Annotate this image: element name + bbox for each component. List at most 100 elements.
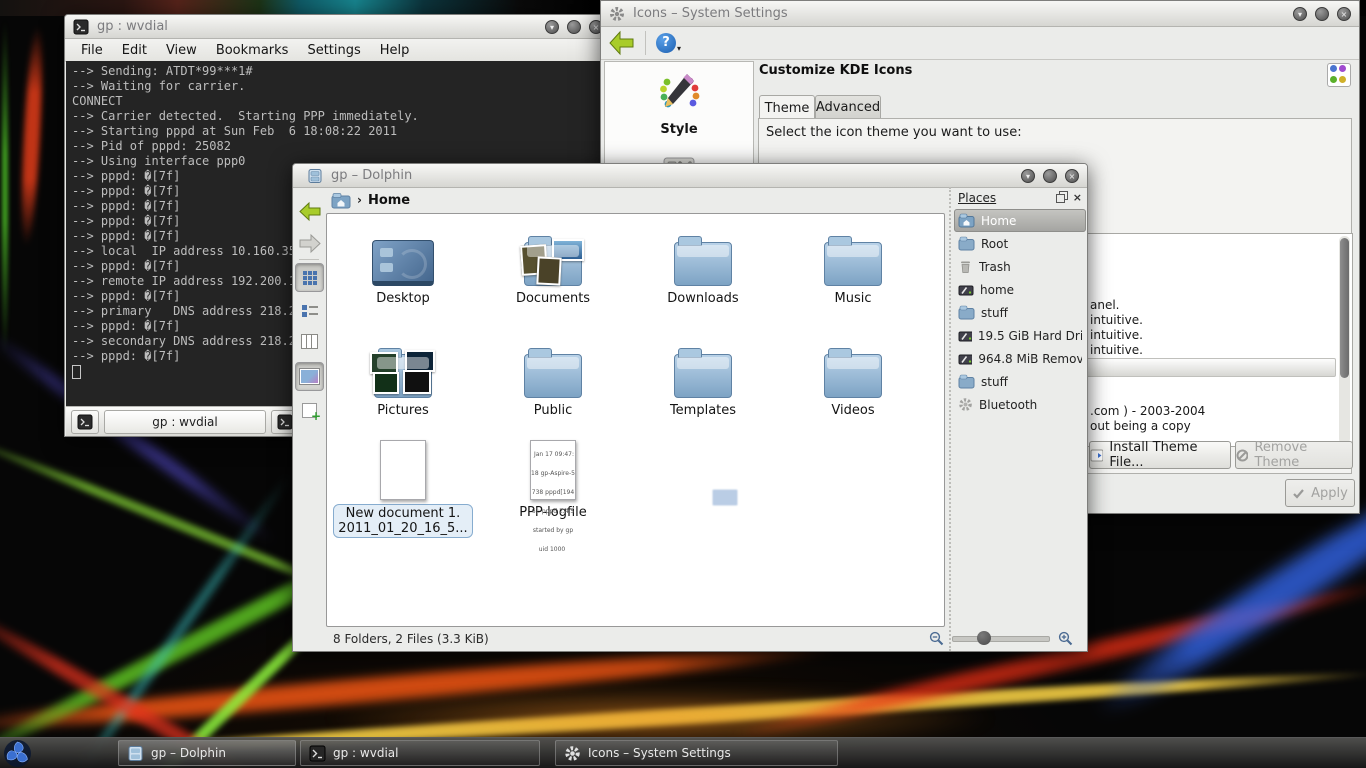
scrollbar-thumb[interactable] [1340, 238, 1349, 378]
remove-theme-button[interactable]: Remove Theme [1235, 441, 1353, 469]
terminal-line: --> Carrier detected. Starting PPP immed… [72, 109, 610, 124]
taskbar-panel: gp – Dolphin gp : wvdial Icons – System … [0, 737, 1366, 768]
gear-task-icon [564, 745, 581, 762]
folder-item[interactable]: Desktop [328, 220, 478, 306]
places-item-removable[interactable]: 964.8 MiB Remov... [954, 347, 1086, 370]
menu-bookmarks[interactable]: Bookmarks [216, 43, 289, 58]
places-item-stuff[interactable]: stuff [954, 301, 1086, 324]
zoom-slider-handle[interactable] [977, 631, 991, 645]
folder-item[interactable]: Videos [778, 332, 928, 418]
places-item-home-partition[interactable]: home [954, 278, 1086, 301]
places-label: 964.8 MiB Remov... [978, 352, 1082, 366]
preview-icon [300, 369, 319, 384]
new-tab-button[interactable] [71, 410, 99, 434]
install-theme-label: Install Theme File... [1109, 440, 1230, 470]
install-theme-button[interactable]: Install Theme File... [1089, 441, 1231, 469]
close-panel-icon[interactable]: × [1073, 193, 1082, 203]
places-label: 19.5 GiB Hard Drive [978, 329, 1082, 343]
folder-item[interactable]: Documents [478, 220, 628, 306]
pictures-folder-icon [374, 354, 432, 398]
konsole-titlebar[interactable]: gp : wvdial ▾ × [65, 15, 611, 39]
sidebar-item-style[interactable]: Style [605, 70, 753, 137]
apply-label: Apply [1311, 486, 1348, 501]
home-folder-icon[interactable] [331, 192, 351, 209]
zoom-slider[interactable] [952, 636, 1050, 642]
task-dolphin[interactable]: gp – Dolphin [118, 740, 296, 766]
folder-label: Public [478, 403, 628, 418]
minimize-icon[interactable]: ▾ [1021, 169, 1035, 183]
preview-button[interactable] [295, 362, 324, 391]
float-panel-icon[interactable] [1056, 194, 1065, 203]
instruction-text: Select the icon theme you want to use: [766, 125, 1022, 140]
places-item-trash[interactable]: Trash [954, 255, 1086, 278]
folder-item[interactable]: Public [478, 332, 628, 418]
folder-label: Videos [778, 403, 928, 418]
columns-view-button[interactable] [295, 327, 324, 356]
terminal-line: --> Sending: ATDT*99***1# [72, 64, 610, 79]
menu-view[interactable]: View [166, 43, 197, 58]
zoom-in-icon[interactable] [1058, 631, 1073, 646]
dolphin-side-toolbar: + [293, 187, 326, 627]
menu-help[interactable]: Help [380, 43, 410, 58]
dolphin-title: gp – Dolphin [331, 168, 412, 183]
back-button[interactable] [607, 30, 635, 56]
icons-view-icon [303, 271, 317, 285]
overview-icon[interactable] [1327, 63, 1351, 87]
maximize-icon[interactable] [1043, 169, 1057, 183]
system-settings-title: Icons – System Settings [633, 6, 788, 21]
folder-item[interactable]: Pictures [328, 332, 478, 418]
scrollbar[interactable] [1339, 236, 1350, 444]
remove-icon [1236, 449, 1248, 462]
split-view-icon: + [302, 403, 317, 418]
breadcrumb-home[interactable]: Home [368, 193, 410, 208]
folder-label: Desktop [328, 291, 478, 306]
folder-item[interactable]: Downloads [628, 220, 778, 306]
split-view-button[interactable]: + [295, 396, 324, 425]
task-konsole[interactable]: gp : wvdial [300, 740, 540, 766]
back-button[interactable] [295, 197, 324, 226]
places-item-bluetooth[interactable]: Bluetooth [954, 393, 1086, 416]
task-label: gp : wvdial [333, 746, 398, 760]
folder-item[interactable]: Templates [628, 332, 778, 418]
konsole-tab[interactable]: gp : wvdial [104, 410, 266, 434]
minimize-icon[interactable]: ▾ [1293, 7, 1307, 21]
minimize-icon[interactable]: ▾ [545, 20, 559, 34]
launcher-icon[interactable] [3, 739, 32, 768]
menu-edit[interactable]: Edit [122, 43, 147, 58]
places-item-stuff2[interactable]: stuff [954, 370, 1086, 393]
logfile-preview-text: Jan 17 09:47:18 gp-Aspire-5738 pppd[1946… [531, 448, 575, 556]
list-item-fragment: intuitive. [1090, 343, 1143, 357]
places-label: stuff [981, 375, 1008, 389]
maximize-icon[interactable] [1315, 7, 1329, 21]
icons-view-button[interactable] [295, 263, 324, 292]
folder-item[interactable]: Music [778, 220, 928, 306]
konsole-app-icon [73, 19, 89, 35]
close-icon[interactable]: × [1337, 7, 1351, 21]
theme-credit-line: .com ) - 2003-2004 [1090, 404, 1205, 418]
file-view[interactable]: Desktop Documents Downloads Music [326, 213, 945, 627]
menu-file[interactable]: File [81, 43, 103, 58]
forward-button[interactable] [295, 229, 324, 258]
system-settings-titlebar[interactable]: Icons – System Settings ▾ × [601, 1, 1359, 27]
apply-button[interactable]: Apply [1285, 479, 1355, 507]
help-button[interactable]: ? ▾ [656, 33, 681, 53]
close-icon[interactable]: × [1065, 169, 1079, 183]
task-system-settings[interactable]: Icons – System Settings [555, 740, 838, 766]
menu-settings[interactable]: Settings [307, 43, 360, 58]
list-item-fragment: anel. [1090, 298, 1120, 312]
tab-theme[interactable]: Theme [759, 95, 815, 120]
dolphin-titlebar[interactable]: gp – Dolphin ▾ × [293, 164, 1087, 188]
places-item-home[interactable]: Home [954, 209, 1086, 232]
file-item[interactable]: Jan 17 09:47:18 gp-Aspire-5738 pppd[1946… [478, 436, 628, 520]
hard-drive-icon [958, 283, 974, 297]
maximize-icon[interactable] [567, 20, 581, 34]
hard-drive-icon [958, 329, 972, 343]
style-icon [656, 70, 702, 116]
file-item-selected[interactable]: New document 1. 2011_01_20_16_5... [328, 436, 478, 538]
zoom-out-icon[interactable] [929, 631, 944, 646]
dolphin-task-icon [127, 745, 144, 762]
details-view-button[interactable] [295, 296, 324, 325]
tab-advanced[interactable]: Advanced [815, 95, 881, 119]
places-item-root[interactable]: Root [954, 232, 1086, 255]
places-item-hard-drive[interactable]: 19.5 GiB Hard Drive [954, 324, 1086, 347]
